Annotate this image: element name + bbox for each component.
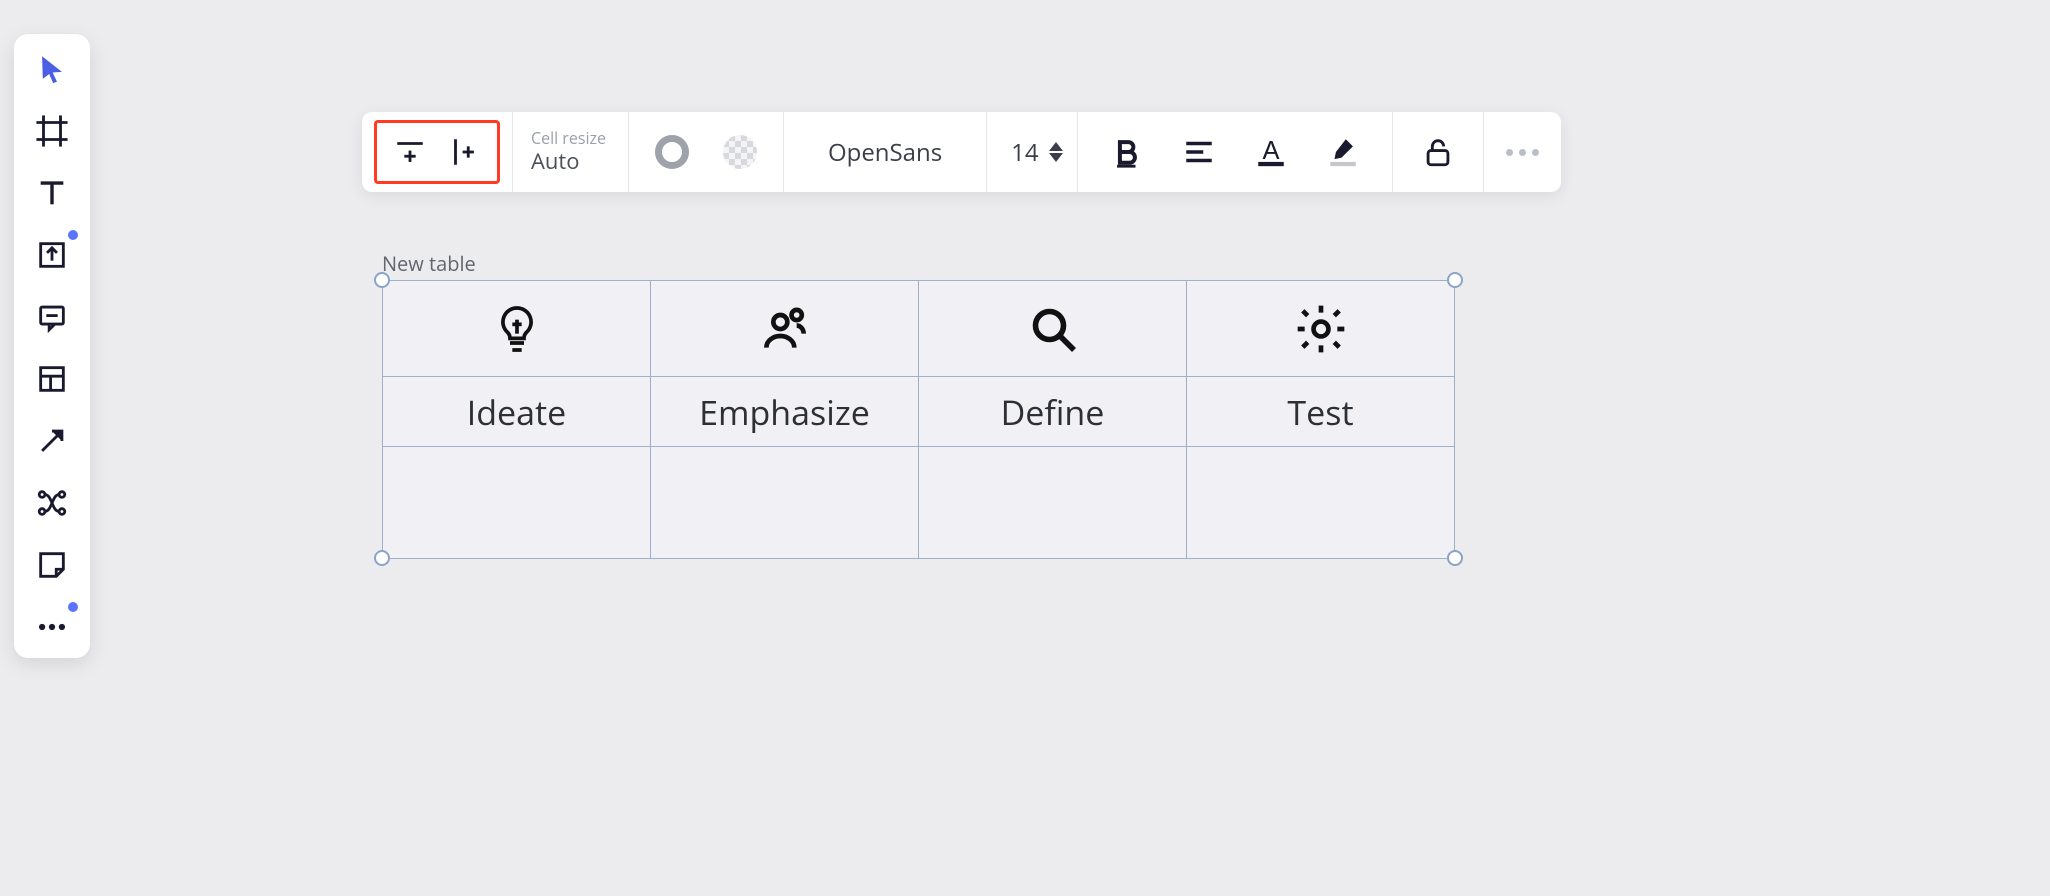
- upload-icon: [35, 238, 69, 272]
- more-tools[interactable]: [28, 606, 76, 648]
- magnify-icon: [920, 301, 1185, 357]
- ring-swatch-icon: [655, 135, 689, 169]
- table-icon: [35, 362, 69, 396]
- svg-text:A: A: [1262, 137, 1279, 165]
- text-color-icon: A: [1254, 135, 1288, 169]
- table-cell-icon[interactable]: [919, 281, 1187, 377]
- font-name-value: OpenSans: [800, 136, 970, 169]
- insert-group: [362, 112, 513, 192]
- lock-button[interactable]: [1411, 124, 1465, 180]
- font-size-down[interactable]: [1049, 153, 1063, 162]
- canvas-table[interactable]: Ideate Emphasize Define Test: [382, 280, 1455, 559]
- frame-icon: [35, 114, 69, 148]
- connector-tool[interactable]: [28, 482, 76, 524]
- table-cell-icon[interactable]: [383, 281, 651, 377]
- frame-tool[interactable]: [28, 110, 76, 152]
- upload-tool[interactable]: [28, 234, 76, 276]
- table-row: [383, 447, 1455, 559]
- more-icon: [35, 610, 69, 644]
- table-cell-label[interactable]: Define: [919, 377, 1187, 447]
- arrow-tool[interactable]: [28, 420, 76, 462]
- notification-dot-icon: [68, 602, 78, 612]
- cell-resize-value: Auto: [531, 148, 579, 174]
- table-cell-icon[interactable]: [1187, 281, 1455, 377]
- font-size-up[interactable]: [1049, 142, 1063, 151]
- table-cell-icon[interactable]: [651, 281, 919, 377]
- insert-column-icon: [447, 135, 481, 169]
- align-left-icon: [1182, 135, 1216, 169]
- connector-icon: [35, 486, 69, 520]
- table-cell-label[interactable]: Ideate: [383, 377, 651, 447]
- gear-icon: [1188, 301, 1453, 357]
- table-cell-empty[interactable]: [1187, 447, 1455, 559]
- table-title-label[interactable]: New table: [382, 250, 476, 277]
- font-family-dropdown[interactable]: OpenSans: [784, 112, 987, 192]
- font-size-stepper[interactable]: 14: [987, 112, 1077, 192]
- insert-highlight: [374, 120, 500, 184]
- color-group: [629, 112, 784, 192]
- transparent-swatch-icon: [723, 135, 757, 169]
- sticky-note-tool[interactable]: [28, 544, 76, 586]
- text-format-group: A: [1078, 112, 1393, 192]
- selection-handle-bl[interactable]: [374, 550, 390, 566]
- table-row: [383, 281, 1455, 377]
- pointer-icon: [35, 52, 69, 86]
- sticky-note-icon: [35, 548, 69, 582]
- ellipsis-icon: [1506, 149, 1539, 156]
- text-tool[interactable]: [28, 172, 76, 214]
- comment-tool[interactable]: [28, 296, 76, 338]
- context-toolbar: Cell resize Auto OpenSans 14 A: [362, 112, 1561, 192]
- insert-row-icon: [393, 135, 427, 169]
- canvas-table-selection[interactable]: Ideate Emphasize Define Test: [382, 280, 1455, 558]
- lightbulb-icon: [384, 301, 649, 357]
- highlight-button[interactable]: [1316, 124, 1370, 180]
- border-color-button[interactable]: [645, 124, 699, 180]
- align-button[interactable]: [1172, 124, 1226, 180]
- lock-group: [1393, 112, 1484, 192]
- cell-resize-label: Cell resize: [531, 130, 606, 146]
- table-cell-empty[interactable]: [383, 447, 651, 559]
- notification-dot-icon: [68, 230, 78, 240]
- table-cell-label[interactable]: Emphasize: [651, 377, 919, 447]
- people-icon: [652, 301, 917, 357]
- left-toolbar: [14, 34, 90, 658]
- insert-column-button[interactable]: [437, 124, 491, 180]
- unlock-icon: [1421, 135, 1455, 169]
- table-tool[interactable]: [28, 358, 76, 400]
- table-cell-empty[interactable]: [919, 447, 1187, 559]
- highlighter-icon: [1326, 135, 1360, 169]
- cell-resize-dropdown[interactable]: Cell resize Auto: [513, 112, 629, 192]
- text-color-button[interactable]: A: [1244, 124, 1298, 180]
- insert-row-button[interactable]: [383, 124, 437, 180]
- more-options-button[interactable]: [1484, 112, 1561, 192]
- bold-button[interactable]: [1100, 124, 1154, 180]
- comment-icon: [35, 300, 69, 334]
- table-cell-label[interactable]: Test: [1187, 377, 1455, 447]
- font-size-value: 14: [1011, 136, 1038, 169]
- fill-color-button[interactable]: [713, 124, 767, 180]
- table-row: Ideate Emphasize Define Test: [383, 377, 1455, 447]
- pointer-tool[interactable]: [28, 48, 76, 90]
- table-cell-empty[interactable]: [651, 447, 919, 559]
- bold-icon: [1110, 135, 1144, 169]
- text-icon: [35, 176, 69, 210]
- selection-handle-tl[interactable]: [374, 272, 390, 288]
- arrow-icon: [35, 424, 69, 458]
- selection-handle-tr[interactable]: [1447, 272, 1463, 288]
- selection-handle-br[interactable]: [1447, 550, 1463, 566]
- font-size-arrows: [1049, 142, 1063, 162]
